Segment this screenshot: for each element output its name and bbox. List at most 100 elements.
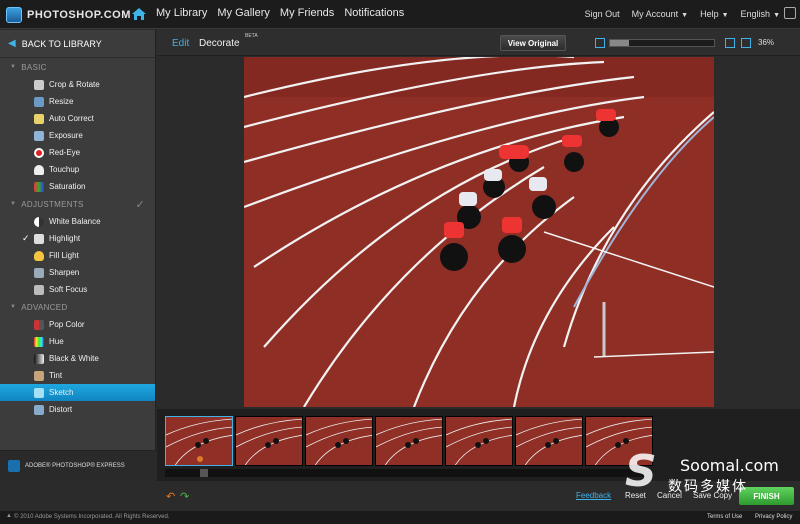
footer: ▲ © 2010 Adobe Systems Incorporated. All…: [0, 511, 800, 524]
logo[interactable]: PHOTOSHOP.COM: [6, 6, 131, 23]
distort-icon: [34, 404, 44, 415]
terms-link[interactable]: Terms of Use: [707, 514, 742, 520]
tool-label: Sketch: [49, 388, 74, 397]
tool-auto-correct[interactable]: Auto Correct: [0, 110, 155, 127]
chevron-down-icon: ▼: [721, 12, 729, 19]
beta-badge: BETA: [245, 33, 258, 39]
tool-label: Crop & Rotate: [49, 80, 100, 89]
help-label: Help: [700, 9, 719, 19]
filmstrip-thumbnail[interactable]: [305, 416, 373, 466]
section-adjustments[interactable]: ▼ ADJUSTMENTS ✓: [0, 195, 155, 213]
filmstrip-thumbnail[interactable]: [515, 416, 583, 466]
tool-label: Fill Light: [49, 251, 79, 260]
tool-black-white[interactable]: Black & White: [0, 350, 155, 367]
copyright-text: © 2010 Adobe Systems Incorporated. All R…: [14, 514, 170, 520]
section-basic-title: BASIC: [21, 62, 47, 72]
section-adjustments-title: ADJUSTMENTS: [21, 199, 84, 209]
filmstrip-scrollbar[interactable]: [165, 469, 645, 477]
nav-my-library[interactable]: My Library: [156, 7, 207, 19]
main-nav: My Library My Gallery My Friends Notific…: [156, 7, 404, 19]
tool-sketch[interactable]: Sketch: [0, 384, 155, 401]
tool-label: Sharpen: [49, 268, 80, 277]
tool-red-eye[interactable]: Red-Eye: [0, 144, 155, 161]
zoom-in-icon[interactable]: [725, 38, 735, 48]
tool-hue[interactable]: Hue: [0, 333, 155, 350]
section-advanced[interactable]: ▼ ADVANCED: [0, 298, 155, 316]
nav-my-friends[interactable]: My Friends: [280, 7, 334, 19]
tool-label: Resize: [49, 97, 74, 106]
zoom-slider-fill: [610, 40, 629, 46]
section-basic[interactable]: ▼ BASIC: [0, 58, 155, 76]
tool-label: Red-Eye: [49, 148, 81, 157]
language-menu[interactable]: English ▼: [741, 9, 780, 19]
tool-label: Exposure: [49, 131, 83, 140]
hue-icon: [34, 336, 44, 347]
watermark-line2: 数码多媒体: [668, 479, 748, 495]
back-to-library-button[interactable]: ◀ BACK TO LIBRARY: [0, 30, 155, 58]
check-icon: ✓: [22, 233, 30, 243]
black-white-icon: [34, 353, 44, 364]
tool-label: Soft Focus: [49, 285, 88, 294]
feedback-link[interactable]: Feedback: [576, 491, 611, 500]
undo-icon[interactable]: ↶: [166, 490, 175, 503]
triangle-down-icon: ▼: [10, 201, 17, 207]
tool-distort[interactable]: Distort: [0, 401, 155, 418]
zoom-slider[interactable]: [609, 39, 715, 47]
tool-soft-focus[interactable]: Soft Focus: [0, 281, 155, 298]
tool-label: Saturation: [49, 182, 86, 191]
help-menu[interactable]: Help ▼: [700, 9, 728, 19]
tool-sharpen[interactable]: Sharpen: [0, 264, 155, 281]
tool-saturation[interactable]: Saturation: [0, 178, 155, 195]
watermark-logo-icon: S: [625, 446, 657, 497]
filmstrip-scroll-handle[interactable]: [200, 469, 208, 477]
redo-icon[interactable]: ↷: [180, 490, 189, 503]
filmstrip-thumbnail[interactable]: [235, 416, 303, 466]
language-label: English: [740, 9, 771, 19]
edited-photo[interactable]: [244, 57, 714, 407]
tool-label: Auto Correct: [49, 114, 94, 123]
tool-fill-light[interactable]: Fill Light: [0, 247, 155, 264]
tool-exposure[interactable]: Exposure: [0, 127, 155, 144]
thumbnail-image: [306, 418, 372, 465]
tab-edit[interactable]: Edit: [172, 38, 189, 49]
watermark-line1: Soomal.com: [680, 456, 779, 475]
arrow-left-icon: ◀: [8, 38, 16, 49]
tool-resize[interactable]: Resize: [0, 93, 155, 110]
tool-label: Hue: [49, 337, 64, 346]
my-account-menu[interactable]: My Account ▼: [632, 9, 688, 19]
tab-decorate[interactable]: Decorate: [199, 38, 240, 49]
tool-pop-color[interactable]: Pop Color: [0, 316, 155, 333]
tool-crop-rotate[interactable]: Crop & Rotate: [0, 76, 155, 93]
nav-my-gallery[interactable]: My Gallery: [217, 7, 270, 19]
tool-touchup[interactable]: Touchup: [0, 161, 155, 178]
zoom-fit-icon[interactable]: [741, 38, 751, 48]
tool-highlight[interactable]: ✓ Highlight: [0, 230, 155, 247]
chevron-down-icon: ▼: [773, 12, 780, 19]
home-icon[interactable]: [131, 6, 147, 22]
zoom-percentage: 36%: [758, 38, 775, 47]
thumbnail-image: [166, 418, 232, 465]
privacy-link[interactable]: Privacy Policy: [755, 514, 792, 520]
chevron-down-icon: ▼: [681, 12, 689, 19]
photoshop-logo-icon: [6, 6, 22, 23]
zoom-out-icon[interactable]: [595, 38, 605, 48]
fullscreen-icon[interactable]: [784, 7, 796, 19]
saturation-icon: [34, 181, 44, 192]
tool-label: Pop Color: [49, 320, 85, 329]
tool-white-balance[interactable]: White Balance: [0, 213, 155, 230]
filmstrip-thumbnail[interactable]: [165, 416, 233, 466]
tool-tint[interactable]: Tint: [0, 367, 155, 384]
filmstrip-thumbnail[interactable]: [375, 416, 443, 466]
view-original-button[interactable]: View Original: [500, 35, 566, 51]
pencil-icon: [34, 387, 44, 398]
account-links: Sign Out My Account ▼ Help ▼ English ▼: [585, 9, 780, 19]
nav-notifications[interactable]: Notifications: [344, 7, 404, 19]
filmstrip-thumbnail[interactable]: [445, 416, 513, 466]
tool-label: Tint: [49, 371, 63, 380]
back-to-library-label: BACK TO LIBRARY: [21, 38, 102, 49]
adobe-logo-icon: ▲: [6, 513, 12, 519]
tool-label: White Balance: [49, 217, 101, 226]
sign-out-link[interactable]: Sign Out: [585, 9, 620, 19]
logo-text: PHOTOSHOP.COM: [27, 8, 131, 21]
photoshop-express-logo-icon: [8, 459, 20, 472]
